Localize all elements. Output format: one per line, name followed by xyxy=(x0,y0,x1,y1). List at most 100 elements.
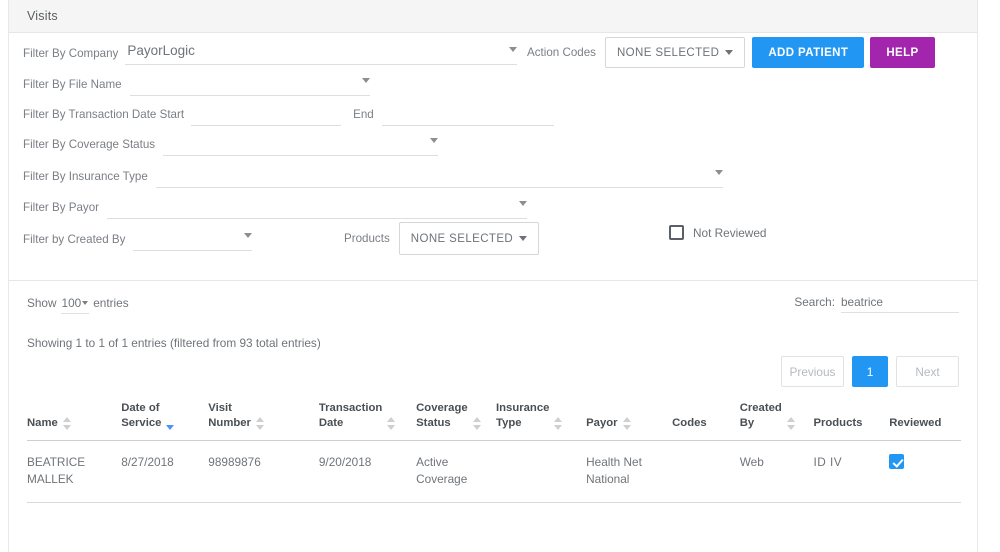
chevron-down-icon xyxy=(714,170,723,175)
filter-insurance-type-select[interactable] xyxy=(155,166,723,188)
column-header-codes: Codes xyxy=(672,401,740,441)
column-header-visit-number[interactable]: Visit Number xyxy=(208,401,319,441)
chevron-down-icon xyxy=(519,201,528,206)
column-label-line1: Created xyxy=(739,402,782,414)
chevron-down-icon xyxy=(509,47,518,52)
column-header-insurance-type[interactable]: Insurance Type xyxy=(496,401,587,441)
not-reviewed-group[interactable]: Not Reviewed xyxy=(669,225,766,240)
transaction-date-end-label: End xyxy=(353,108,374,121)
show-entries-control: Show 100 entries xyxy=(27,296,129,314)
transaction-date-end-input[interactable] xyxy=(381,104,554,126)
page-1-button-top[interactable]: 1 xyxy=(852,356,888,387)
filter-created-by-select[interactable] xyxy=(133,229,253,251)
add-patient-button[interactable]: ADD PATIENT xyxy=(752,37,865,68)
column-label-line1: Codes xyxy=(672,417,707,429)
filter-insurance-type-label: Filter By Insurance Type xyxy=(23,170,148,183)
column-header-reviewed: Reviewed xyxy=(889,401,961,441)
column-label-line1: Name xyxy=(27,417,58,429)
cell-visit-number: 98989876 xyxy=(208,440,319,503)
cell-name[interactable]: BEATRICE MALLEK xyxy=(27,440,122,503)
filter-row-payor: Filter By Payor xyxy=(23,197,528,219)
column-header-transaction-date[interactable]: Transaction Date xyxy=(318,401,417,441)
chevron-down-icon xyxy=(430,138,439,143)
products-dropdown[interactable]: NONE SELECTED xyxy=(398,222,540,255)
filter-company-value: PayorLogic xyxy=(127,43,195,58)
cell-products[interactable]: ID IV xyxy=(813,440,890,503)
filter-transaction-date-label: Filter By Transaction Date Start xyxy=(23,108,185,121)
column-label-line2: Type xyxy=(496,417,522,429)
sort-icon[interactable] xyxy=(472,417,481,430)
filter-row-coverage-status: Filter By Coverage Status xyxy=(23,134,439,156)
cell-payor: Health Net National xyxy=(586,440,673,503)
filter-row-created-by: Filter by Created By xyxy=(23,229,253,251)
previous-page-button-top[interactable]: Previous xyxy=(781,356,844,387)
next-page-button-top[interactable]: Next xyxy=(896,356,959,387)
column-header-payor[interactable]: Payor xyxy=(586,401,673,441)
column-label-line2: Date xyxy=(318,417,344,429)
cell-codes xyxy=(672,440,740,503)
column-label-line1: Products xyxy=(813,417,863,429)
action-codes-value: NONE SELECTED xyxy=(616,46,720,59)
visits-card: Visits Filter By Company PayorLogic Acti… xyxy=(8,0,978,552)
cell-created-by: Web xyxy=(739,440,814,503)
cell-date-of-service: 8/27/2018 xyxy=(121,440,209,503)
column-header-coverage-status[interactable]: Coverage Status xyxy=(416,401,497,441)
show-entries-select[interactable]: 100 xyxy=(60,296,90,314)
column-label-line1: Transaction xyxy=(318,402,383,414)
table-row[interactable]: BEATRICE MALLEK 8/27/2018 98989876 9/20/… xyxy=(27,440,961,503)
column-label-line1: Reviewed xyxy=(889,417,942,429)
filter-coverage-status-select[interactable] xyxy=(163,134,439,156)
column-label-line1: Payor xyxy=(586,417,618,429)
action-codes-group: Action Codes NONE SELECTED ADD PATIENT H… xyxy=(527,37,935,68)
not-reviewed-checkbox[interactable] xyxy=(669,225,684,240)
column-label-line2: Status xyxy=(416,417,451,429)
column-label-line1: Visit xyxy=(208,402,232,414)
search-input[interactable]: beatrice xyxy=(841,295,959,313)
visits-table: Name Date of Service Visit Number Transa… xyxy=(27,401,961,503)
sort-icon[interactable] xyxy=(62,417,71,430)
not-reviewed-label: Not Reviewed xyxy=(693,225,767,240)
chevron-down-icon xyxy=(244,233,253,238)
column-label-line1: Coverage xyxy=(416,402,468,414)
column-header-name[interactable]: Name xyxy=(27,401,122,441)
search-label: Search: xyxy=(794,295,835,309)
sort-icon[interactable] xyxy=(622,417,631,430)
sort-icon[interactable] xyxy=(554,417,563,430)
column-header-created-by[interactable]: Created By xyxy=(739,401,814,441)
show-entries-value: 100 xyxy=(61,296,82,310)
sort-icon[interactable] xyxy=(387,417,396,430)
column-label-line2: Number xyxy=(208,417,251,429)
action-codes-label: Action Codes xyxy=(527,45,596,59)
visits-page: Visits Filter By Company PayorLogic Acti… xyxy=(0,0,1000,552)
sort-icon-descending[interactable] xyxy=(166,417,175,430)
chevron-down-icon xyxy=(361,78,370,83)
pagination-top: Previous 1 Next xyxy=(781,356,959,387)
column-header-date-of-service[interactable]: Date of Service xyxy=(121,401,209,441)
reviewed-checkbox[interactable] xyxy=(889,454,905,469)
caret-down-icon xyxy=(725,50,734,55)
filter-payor-label: Filter By Payor xyxy=(23,201,100,214)
filter-row-company: Filter By Company PayorLogic xyxy=(23,43,518,65)
column-label-line1: Date of xyxy=(121,402,160,414)
filter-panel: Filter By Company PayorLogic Action Code… xyxy=(9,33,977,281)
show-entries-suffix: entries xyxy=(93,296,129,310)
transaction-date-start-input[interactable] xyxy=(191,104,342,126)
filter-row-transaction-date: Filter By Transaction Date Start End xyxy=(23,104,554,126)
cell-insurance-type xyxy=(496,440,587,503)
help-button[interactable]: HELP xyxy=(870,37,935,68)
column-label-line2: Service xyxy=(121,417,162,429)
table-footer: Showing 1 to 1 of 1 entries (filtered fr… xyxy=(9,543,977,552)
cell-reviewed xyxy=(889,440,961,503)
filter-file-name-label: Filter By File Name xyxy=(23,78,122,91)
caret-down-icon xyxy=(519,236,528,241)
filter-payor-select[interactable] xyxy=(107,197,528,219)
sort-icon[interactable] xyxy=(786,417,795,430)
filter-file-name-select[interactable] xyxy=(129,74,370,96)
filter-company-select[interactable]: PayorLogic xyxy=(125,43,518,65)
action-codes-dropdown[interactable]: NONE SELECTED xyxy=(604,37,746,68)
search-control: Search: beatrice xyxy=(794,295,959,313)
sort-icon[interactable] xyxy=(255,417,264,430)
show-entries-prefix: Show xyxy=(27,296,57,310)
card-header: Visits xyxy=(9,0,977,33)
cell-coverage-status[interactable]: Active Coverage xyxy=(416,440,497,503)
